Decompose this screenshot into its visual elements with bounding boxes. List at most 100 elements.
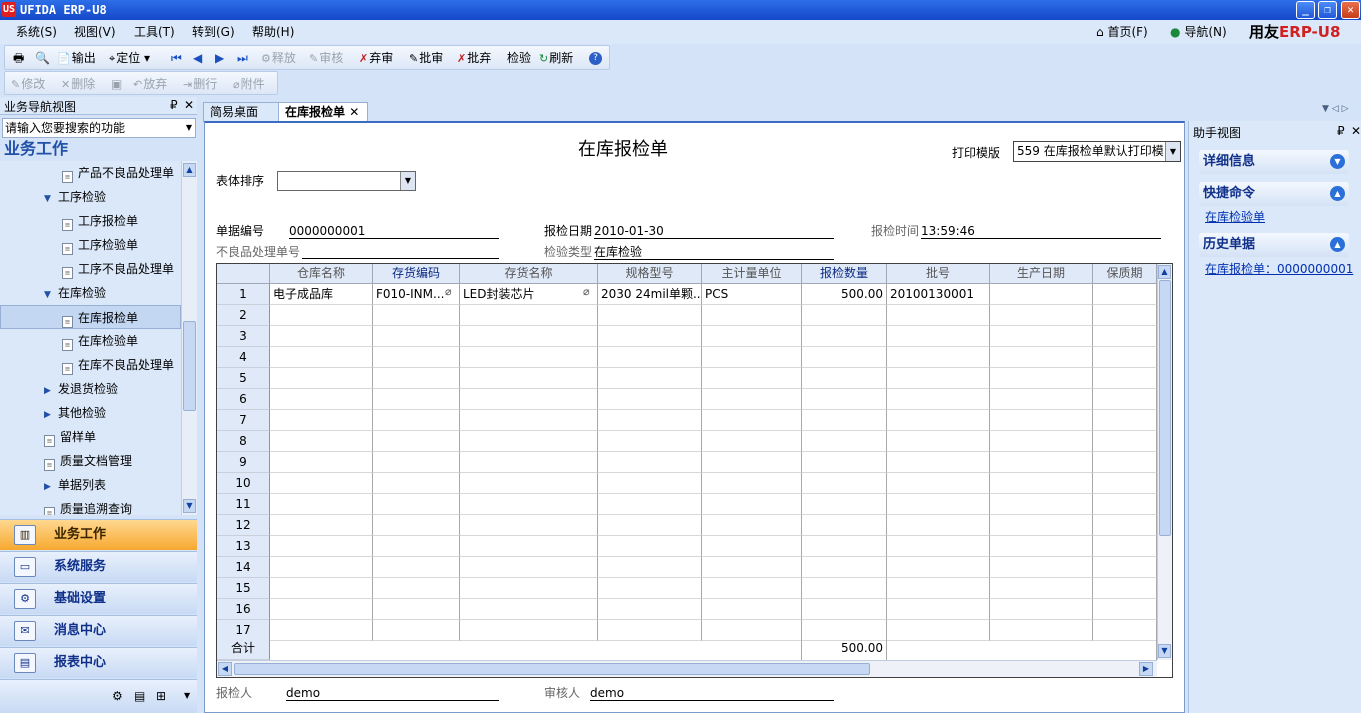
grid-cell-name[interactable]: LED封装芯片 <box>460 284 598 305</box>
tree-item-quality-docs[interactable]: ≡ 质量文档管理 <box>0 449 181 473</box>
helper-detail-section[interactable]: 详细信息 ▼ <box>1199 150 1349 174</box>
approve-button[interactable]: ✎批审 <box>409 51 443 66</box>
grid-cell-qty[interactable] <box>802 515 887 536</box>
grid-cell-prod-date[interactable] <box>990 536 1093 557</box>
grid-cell-warehouse[interactable] <box>270 578 373 599</box>
grid-cell-batch[interactable] <box>887 347 990 368</box>
list-icon[interactable]: ▤ <box>134 689 145 703</box>
grid-cell-shelf[interactable] <box>1093 389 1157 410</box>
grid-cell-spec[interactable] <box>598 494 702 515</box>
row-number[interactable]: 1 <box>217 284 270 305</box>
grid-cell-name[interactable] <box>460 389 598 410</box>
menu-view[interactable]: 视图(V) <box>74 25 116 39</box>
grid-cell-code[interactable] <box>373 473 460 494</box>
nav-basic-settings[interactable]: ⚙ 基础设置 <box>0 583 197 614</box>
scroll-thumb[interactable] <box>1159 280 1171 536</box>
grid-cell-name[interactable] <box>460 536 598 557</box>
grid-cell-qty[interactable] <box>802 431 887 452</box>
scroll-left-icon[interactable]: ◀ <box>218 662 232 676</box>
defect-no-field[interactable] <box>302 245 499 259</box>
grid-cell-name[interactable] <box>460 368 598 389</box>
row-number[interactable]: 15 <box>217 578 270 599</box>
grid-cell-prod-date[interactable] <box>990 389 1093 410</box>
nav-link[interactable]: ● 导航(N) <box>1170 25 1227 39</box>
grid-cell-shelf[interactable] <box>1093 515 1157 536</box>
col-shelf-life[interactable]: 保质期 <box>1093 264 1157 284</box>
grid-horizontal-scrollbar[interactable]: ◀ ▶ <box>217 660 1157 677</box>
grid-cell-qty[interactable] <box>802 536 887 557</box>
tree-group-stock-inspection[interactable]: ▼ 在库检验 <box>0 281 181 305</box>
grid-cell-name[interactable] <box>460 494 598 515</box>
grid-cell-code[interactable] <box>373 389 460 410</box>
tab-scroll-icons[interactable]: ▼ ◁ ▷ <box>1322 104 1349 114</box>
grid-cell-warehouse[interactable] <box>270 347 373 368</box>
col-qty[interactable]: 报检数量 <box>802 264 887 284</box>
grid-cell-batch[interactable] <box>887 410 990 431</box>
nav-scrollbar[interactable]: ▲ ▼ <box>181 161 197 515</box>
row-number[interactable]: 8 <box>217 431 270 452</box>
grid-cell-qty[interactable] <box>802 599 887 620</box>
pin-icon[interactable]: ₽ <box>170 98 178 112</box>
grid-cell-warehouse[interactable] <box>270 536 373 557</box>
grid-cell-batch[interactable] <box>887 536 990 557</box>
grid-cell-spec[interactable]: 2030 24mil单颗... <box>598 284 702 305</box>
grid-cell-shelf[interactable] <box>1093 305 1157 326</box>
inspector-field[interactable]: demo <box>286 686 499 701</box>
scroll-down-icon[interactable]: ▼ <box>1158 644 1171 658</box>
row-number[interactable]: 16 <box>217 599 270 620</box>
grid-cell-unit[interactable] <box>702 368 802 389</box>
col-spec[interactable]: 规格型号 <box>598 264 702 284</box>
grid-cell-qty[interactable]: 500.00 <box>802 284 887 305</box>
grid-cell-spec[interactable] <box>598 536 702 557</box>
grid-cell-spec[interactable] <box>598 557 702 578</box>
grid-cell-prod-date[interactable] <box>990 452 1093 473</box>
grid-cell-spec[interactable] <box>598 452 702 473</box>
tree-item-process-defect[interactable]: ≡ 工序不良品处理单 <box>0 257 181 281</box>
grid-cell-qty[interactable] <box>802 347 887 368</box>
tree-group-other-inspection[interactable]: ▶ 其他检验 <box>0 401 181 425</box>
grid-cell-batch[interactable] <box>887 557 990 578</box>
delete-button[interactable]: ✕删除 <box>61 77 95 92</box>
save-icon[interactable]: ▣ <box>111 77 122 91</box>
nav-search-input[interactable]: 请输入您要搜索的功能 ▼ <box>2 118 196 138</box>
grid-cell-qty[interactable] <box>802 473 887 494</box>
edit-button[interactable]: ✎修改 <box>11 77 45 92</box>
grid-cell-qty[interactable] <box>802 389 887 410</box>
grid-cell-unit[interactable] <box>702 473 802 494</box>
grid-cell-name[interactable] <box>460 578 598 599</box>
grid-cell-spec[interactable] <box>598 515 702 536</box>
grid-cell-unit[interactable]: PCS <box>702 284 802 305</box>
grid-cell-qty[interactable] <box>802 578 887 599</box>
more-arrow-icon[interactable]: ▼ <box>184 691 190 700</box>
grid-cell-batch[interactable] <box>887 515 990 536</box>
grid-cell-warehouse[interactable] <box>270 410 373 431</box>
grid-cell-batch[interactable] <box>887 494 990 515</box>
delete-row-button[interactable]: ⇥删行 <box>183 77 217 92</box>
grid-cell-prod-date[interactable] <box>990 305 1093 326</box>
grid-cell-code[interactable] <box>373 557 460 578</box>
preview-icon[interactable]: 🔍 <box>35 51 50 65</box>
close-panel-icon[interactable]: ✕ <box>184 98 194 112</box>
grid-cell-spec[interactable] <box>598 431 702 452</box>
menu-help[interactable]: 帮助(H) <box>252 25 294 39</box>
row-number[interactable]: 14 <box>217 557 270 578</box>
grid-cell-prod-date[interactable] <box>990 515 1093 536</box>
grid-cell-batch[interactable] <box>887 389 990 410</box>
tree-group-doc-list[interactable]: ▶ 单据列表 <box>0 473 181 497</box>
attach-button[interactable]: ⌀附件 <box>233 77 265 92</box>
grid-cell-spec[interactable] <box>598 578 702 599</box>
grid-cell-warehouse[interactable] <box>270 389 373 410</box>
reference-icon[interactable]: ⌀ <box>583 285 590 298</box>
grid-cell-code[interactable] <box>373 305 460 326</box>
tree-item-sample[interactable]: ≡ 留样单 <box>0 425 181 449</box>
row-number[interactable]: 9 <box>217 452 270 473</box>
tree-item-stock-inspection[interactable]: ≡ 在库检验单 <box>0 329 181 353</box>
grid-cell-shelf[interactable] <box>1093 284 1157 305</box>
col-warehouse[interactable]: 仓库名称 <box>270 264 373 284</box>
grid-cell-code[interactable] <box>373 599 460 620</box>
print-icon[interactable]: 🖶 <box>13 51 24 65</box>
grid-cell-warehouse[interactable] <box>270 305 373 326</box>
nav-report-center[interactable]: ▤ 报表中心 <box>0 647 197 678</box>
type-field[interactable]: 在库检验 <box>594 245 834 260</box>
grid-cell-unit[interactable] <box>702 578 802 599</box>
